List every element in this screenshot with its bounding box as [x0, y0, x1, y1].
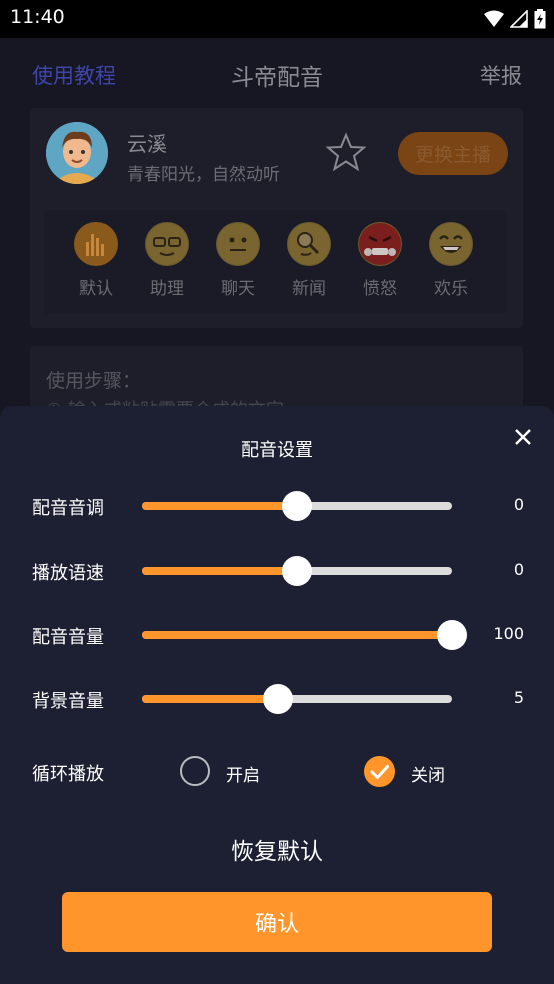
bars-icon [74, 222, 118, 266]
emotion-label: 欢乐 [434, 279, 468, 299]
switch-speaker-button[interactable]: 更换主播 [398, 132, 508, 175]
emotion-chat[interactable]: 聊天 [208, 222, 268, 299]
slider-thumb[interactable] [282, 556, 312, 586]
slider-label: 播放语速 [32, 563, 104, 584]
reset-default-button[interactable]: 恢复默认 [0, 832, 554, 866]
speed-row: 播放语速 0 [0, 551, 554, 591]
voice-settings-sheet: 配音设置 配音音调 0 播放语速 0 配音音量 100 背景音量 5 循环播放 … [0, 406, 554, 984]
loop-label: 循环播放 [32, 764, 104, 785]
sheet-title: 配音设置 [241, 440, 313, 461]
speaker-avatar[interactable] [46, 122, 108, 184]
slider-label: 背景音量 [32, 691, 104, 712]
glasses-face-icon [145, 222, 189, 266]
smile-face-icon [216, 222, 260, 266]
report-button[interactable]: 举报 [480, 60, 522, 90]
confirm-button[interactable]: 确认 [62, 892, 492, 952]
loop-off-radio[interactable] [364, 756, 395, 787]
slider-value: 0 [513, 495, 524, 514]
laugh-face-icon [429, 222, 473, 266]
slider-fill [142, 567, 297, 575]
speaker-description: 青春阳光，自然动听 [127, 165, 280, 185]
emotion-assistant[interactable]: 助理 [137, 222, 197, 299]
slider-value: 0 [513, 560, 524, 579]
emotion-news[interactable]: 新闻 [279, 222, 339, 299]
emotion-label: 新闻 [292, 279, 326, 299]
loop-off-label[interactable]: 关闭 [411, 761, 445, 786]
emotion-label: 默认 [79, 279, 113, 299]
slider-label: 配音音调 [32, 498, 104, 519]
status-icons [484, 8, 546, 30]
bgm-volume-row: 背景音量 5 [0, 679, 554, 719]
slider-value: 100 [493, 624, 524, 643]
loop-on-label[interactable]: 开启 [226, 761, 260, 786]
voice-card: 云溪 青春阳光，自然动听 更换主播 默认 助理 聊天 新闻 愤怒 欢乐 [30, 108, 523, 328]
signal-icon [510, 10, 528, 28]
emotion-label: 愤怒 [363, 279, 397, 299]
slider-thumb[interactable] [263, 684, 294, 714]
emotion-angry[interactable]: 愤怒 [350, 222, 410, 299]
pitch-slider[interactable] [142, 491, 452, 521]
slider-label: 配音音量 [32, 627, 104, 648]
speed-slider[interactable] [142, 556, 452, 586]
emotion-selector: 默认 助理 聊天 新闻 愤怒 欢乐 [44, 210, 506, 314]
battery-icon [534, 9, 546, 29]
volume-slider[interactable] [142, 620, 467, 650]
bgm-volume-slider[interactable] [142, 684, 452, 714]
slider-thumb[interactable] [437, 620, 467, 650]
check-icon [370, 765, 389, 779]
loop-on-radio[interactable] [180, 756, 210, 786]
emotion-default[interactable]: 默认 [66, 222, 126, 299]
status-time: 11:40 [10, 6, 65, 28]
slider-fill [142, 502, 297, 510]
speaker-name: 云溪 [127, 132, 167, 156]
emotion-label: 助理 [150, 279, 184, 299]
slider-fill [142, 695, 279, 703]
emotion-joy[interactable]: 欢乐 [421, 222, 481, 299]
status-bar: 11:40 [0, 0, 554, 38]
volume-row: 配音音量 100 [0, 615, 554, 655]
emotion-label: 聊天 [221, 279, 255, 299]
pitch-row: 配音音调 0 [0, 486, 554, 526]
avatar-illustration [46, 122, 108, 184]
steps-title: 使用步骤： [46, 370, 142, 392]
slider-thumb[interactable] [282, 491, 312, 521]
top-bar: 使用教程 斗帝配音 举报 [0, 38, 554, 108]
slider-fill [142, 631, 452, 639]
slider-value: 5 [513, 688, 524, 707]
favorite-star-icon[interactable] [326, 132, 366, 172]
close-icon[interactable] [512, 426, 534, 448]
angry-face-icon [358, 222, 402, 266]
magnifier-face-icon [287, 222, 331, 266]
page-title: 斗帝配音 [231, 65, 323, 91]
wifi-icon [484, 10, 504, 27]
